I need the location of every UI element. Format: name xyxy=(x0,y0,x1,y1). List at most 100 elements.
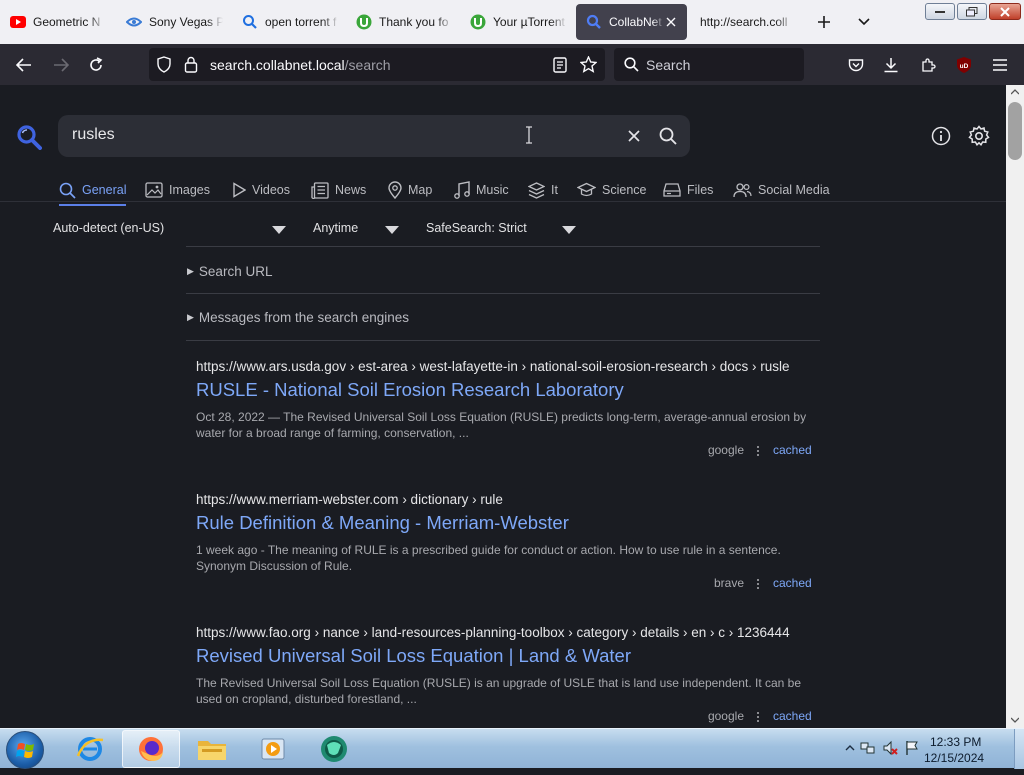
result-title-link[interactable]: RUSLE - National Soil Erosion Research L… xyxy=(196,379,624,401)
show-desktop-button[interactable] xyxy=(1014,729,1024,769)
tab-collabnet[interactable]: CollabNet xyxy=(576,4,687,40)
taskbar-firefox[interactable] xyxy=(122,730,180,768)
search-query-input[interactable]: rusles xyxy=(72,126,115,144)
category-videos[interactable]: Videos xyxy=(232,177,290,203)
separator-dots-icon xyxy=(754,709,762,725)
maximize-button[interactable] xyxy=(957,3,987,20)
play-icon xyxy=(233,182,246,198)
arrow-left-icon xyxy=(16,58,31,72)
browser-search-box[interactable]: Search xyxy=(614,48,804,81)
arrow-right-icon xyxy=(54,58,69,72)
utorrent-icon xyxy=(356,14,372,30)
category-files[interactable]: Files xyxy=(663,177,713,203)
info-icon[interactable] xyxy=(930,125,952,147)
result-title-link[interactable]: Rule Definition & Meaning - Merriam-Webs… xyxy=(196,512,569,534)
volume-muted-icon[interactable] xyxy=(882,740,898,756)
minimize-button[interactable] xyxy=(925,3,955,20)
tab-your-utorrent[interactable]: Your µTorrent xyxy=(460,4,572,40)
ublock-origin-button[interactable]: uD xyxy=(953,54,975,76)
bookmark-star-icon[interactable] xyxy=(579,55,598,78)
globe-app-icon xyxy=(321,736,347,762)
new-tab-button[interactable] xyxy=(814,12,834,32)
folder-icon xyxy=(198,741,226,760)
utorrent-icon xyxy=(470,14,486,30)
close-tab-icon[interactable] xyxy=(663,14,679,30)
forward-button[interactable] xyxy=(50,54,72,76)
tab-thank-you[interactable]: Thank you fo xyxy=(346,4,458,40)
safesearch-dropdown-icon[interactable] xyxy=(562,226,576,234)
app-menu-button[interactable] xyxy=(989,54,1011,76)
minimize-icon xyxy=(935,10,945,13)
category-news[interactable]: News xyxy=(311,177,366,203)
category-music[interactable]: Music xyxy=(454,177,509,203)
address-bar[interactable]: search.collabnet.local/search xyxy=(149,48,605,81)
downloads-button[interactable] xyxy=(880,54,902,76)
start-button[interactable] xyxy=(6,731,44,769)
taskbar-browser-app[interactable] xyxy=(305,730,363,768)
category-label: Images xyxy=(169,183,210,197)
pocket-button[interactable] xyxy=(845,54,867,76)
language-dropdown-icon[interactable] xyxy=(272,226,286,234)
safesearch-select[interactable]: SafeSearch: Strict xyxy=(426,221,527,239)
engine-messages-toggle[interactable]: ▶ Messages from the search engines xyxy=(187,308,409,326)
result-host: https://www.ars.usda.gov xyxy=(196,359,347,374)
taskbar-internet-explorer[interactable] xyxy=(61,730,119,768)
reload-button[interactable] xyxy=(85,54,107,76)
result-url[interactable]: https://www.merriam-webster.com › dictio… xyxy=(196,492,816,507)
result-host: https://www.fao.org xyxy=(196,625,311,640)
category-science[interactable]: Science xyxy=(577,177,646,203)
search-url-toggle[interactable]: ▶ Search URL xyxy=(187,262,272,280)
close-icon xyxy=(1000,6,1010,17)
category-general[interactable]: General xyxy=(59,177,127,206)
tab-strip: Geometric N Sony Vegas P open torrent f … xyxy=(0,0,1024,44)
tab-open-torrent[interactable]: open torrent f xyxy=(232,4,344,40)
cached-link[interactable]: cached xyxy=(773,443,812,457)
result-engine: brave xyxy=(713,576,744,590)
pocket-icon xyxy=(848,58,864,71)
list-all-tabs-button[interactable] xyxy=(854,12,874,32)
url-text[interactable]: search.collabnet.local/search xyxy=(210,57,391,73)
firefox-icon xyxy=(139,737,163,761)
clear-query-icon[interactable] xyxy=(623,125,645,147)
tab-label: Your µTorrent xyxy=(493,15,565,29)
show-hidden-icons-icon[interactable] xyxy=(842,740,858,756)
tab-sony-vegas[interactable]: Sony Vegas P xyxy=(116,4,228,40)
tab-search-collabnet[interactable]: http://search.coll xyxy=(690,4,802,40)
search-query-box[interactable]: rusles xyxy=(58,115,690,157)
vertical-scrollbar[interactable] xyxy=(1006,85,1024,728)
result-url[interactable]: https://www.ars.usda.gov › est-area › we… xyxy=(196,359,816,374)
reader-view-icon[interactable] xyxy=(553,57,567,78)
taskbar-media-player[interactable] xyxy=(244,730,302,768)
submit-search-icon[interactable] xyxy=(657,125,679,147)
back-button[interactable] xyxy=(13,54,35,76)
scroll-down-icon xyxy=(1011,717,1019,723)
action-center-flag-icon[interactable] xyxy=(904,740,920,756)
category-social-media[interactable]: Social Media xyxy=(733,177,830,203)
result-title-link[interactable]: Revised Universal Soil Loss Equation | L… xyxy=(196,645,631,667)
cached-link[interactable]: cached xyxy=(773,576,812,590)
language-select[interactable]: Auto-detect (en-US) xyxy=(53,221,164,239)
cached-link[interactable]: cached xyxy=(773,709,812,723)
clock-date[interactable]: 12/15/2024 xyxy=(924,751,984,765)
category-map[interactable]: Map xyxy=(388,177,432,203)
category-label: News xyxy=(335,183,367,197)
extensions-button[interactable] xyxy=(917,54,939,76)
shield-icon[interactable] xyxy=(156,56,172,78)
result-url[interactable]: https://www.fao.org › nance › land-resou… xyxy=(196,625,816,640)
taskbar-file-explorer[interactable] xyxy=(183,730,241,768)
network-icon[interactable] xyxy=(860,740,876,756)
category-images[interactable]: Images xyxy=(145,177,210,203)
searx-logo-icon[interactable] xyxy=(16,124,42,150)
lock-icon[interactable] xyxy=(184,56,198,78)
window-close-button[interactable] xyxy=(989,3,1021,20)
engine-messages-label: Messages from the search engines xyxy=(198,309,410,325)
time-range-select[interactable]: Anytime xyxy=(313,221,358,239)
clock-time[interactable]: 12:33 PM xyxy=(930,735,981,749)
category-it[interactable]: It xyxy=(528,177,558,203)
scrollbar-thumb[interactable] xyxy=(1008,102,1022,160)
result-path: › nance › land-resources-planning-toolbo… xyxy=(314,625,790,640)
tab-youtube[interactable]: Geometric N xyxy=(0,4,112,40)
system-tray: 12:33 PM 12/15/2024 xyxy=(834,729,1024,769)
time-range-dropdown-icon[interactable] xyxy=(385,226,399,234)
settings-gear-icon[interactable] xyxy=(968,125,990,147)
